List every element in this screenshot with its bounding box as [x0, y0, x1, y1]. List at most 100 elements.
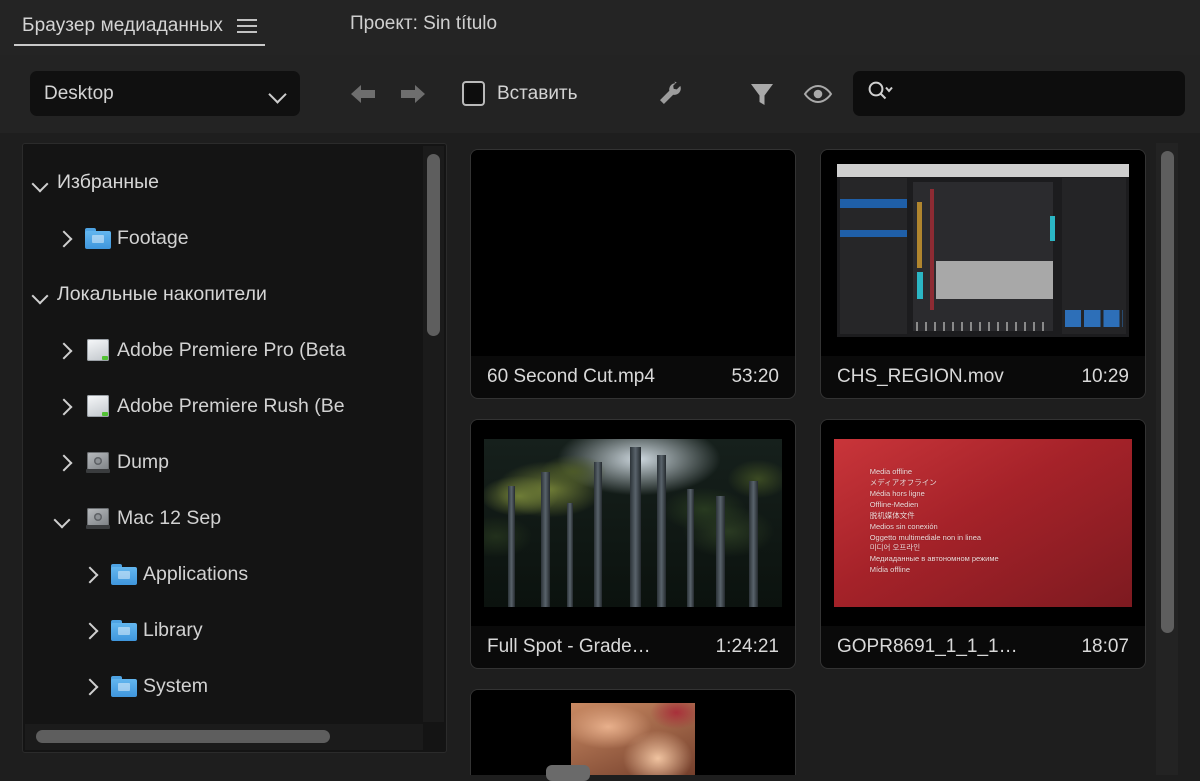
thumbnail-meta: CHS_REGION.mov 10:29	[821, 356, 1145, 398]
location-dropdown[interactable]: Desktop	[30, 71, 300, 116]
settings-wrench-button[interactable]	[650, 71, 690, 116]
folder-icon	[111, 619, 137, 641]
grid-vertical-scrollbar[interactable]	[1156, 143, 1178, 775]
thumbnail-meta: GOPR8691_1_1_1… 18:07	[821, 626, 1145, 668]
hard-disk-icon	[85, 506, 111, 530]
insert-button-label: Вставить	[497, 82, 578, 104]
offline-card-line: Mídia offline	[869, 565, 911, 575]
forest-thumbnail-image	[483, 438, 783, 608]
page-title: Проект: Sin título	[350, 13, 498, 34]
eye-icon	[803, 84, 833, 103]
toolbar: Desktop Вставить	[0, 55, 1200, 133]
sidebar-item-label: Library	[143, 618, 203, 641]
tree-item-icon	[79, 394, 117, 418]
forward-button[interactable]	[395, 71, 431, 116]
media-thumbnail-item[interactable]: CHS_REGION.mov 10:29	[820, 149, 1146, 399]
sidebar-item-[interactable]: Избранные	[23, 154, 423, 210]
offline-card-line: Медиаданные в автономном режиме	[869, 554, 999, 564]
tree-item-icon	[105, 619, 143, 641]
external-drive-icon	[85, 338, 111, 362]
thumbnail-filename: GOPR8691_1_1_1…	[837, 636, 1018, 657]
search-box[interactable]	[853, 71, 1185, 116]
chevron-down-icon[interactable]	[23, 175, 57, 190]
sidebar-item-[interactable]: Локальные накопители	[23, 266, 423, 322]
chevron-right-icon[interactable]	[71, 623, 105, 638]
sidebar-item-label: Adobe Premiere Pro (Beta	[117, 338, 346, 361]
offline-card-line: メディアオフライン	[869, 478, 937, 488]
thumbnail-size-slider[interactable]	[546, 765, 590, 781]
location-dropdown-value: Desktop	[44, 82, 114, 104]
preview-eye-button[interactable]	[798, 71, 838, 116]
thumbnail-preview	[821, 150, 1145, 356]
thumbnail-preview: Media offline メディアオフライン Média hors ligne Of…	[821, 420, 1145, 626]
arrow-left-icon	[351, 84, 375, 103]
thumbnail-grid: 60 Second Cut.mp4 53:20 CHS_REGION.mov 10:2…	[456, 143, 1156, 775]
thumbnail-meta: 60 Second Cut.mp4 53:20	[471, 356, 795, 398]
thumbnail-duration: 10:29	[1081, 366, 1129, 387]
tree-item-icon	[105, 675, 143, 697]
offline-card-line: Oggetto multimediale non in linea	[869, 532, 982, 542]
chevron-right-icon[interactable]	[71, 679, 105, 694]
grid-vertical-scrollbar-thumb[interactable]	[1161, 151, 1174, 633]
tree-item-icon	[79, 227, 117, 249]
media-thumbnail-item[interactable]: Media offline メディアオフライン Média hors ligne Of…	[820, 419, 1146, 669]
thumbnail-filename: 60 Second Cut.mp4	[487, 366, 655, 387]
search-input[interactable]	[901, 83, 1173, 104]
sidebar-item-dump[interactable]: Dump	[23, 434, 423, 490]
chevron-right-icon[interactable]	[71, 567, 105, 582]
closeup-thumbnail-image	[571, 702, 695, 775]
sidebar-item-mac-12-sep[interactable]: Mac 12 Sep	[23, 490, 423, 546]
sidebar-item-label: Локальные накопители	[57, 282, 267, 305]
hamburger-icon[interactable]	[236, 19, 257, 33]
folder-icon	[111, 563, 137, 585]
media-offline-thumbnail-image: Media offline メディアオフライン Média hors ligne Of…	[833, 438, 1133, 608]
thumbnail-grid-panel: 60 Second Cut.mp4 53:20 CHS_REGION.mov 10:2…	[456, 143, 1178, 775]
offline-card-line: Média hors ligne	[869, 489, 925, 499]
sidebar-item-label: Adobe Premiere Rush (Be	[117, 394, 345, 417]
insert-button[interactable]: Вставить	[462, 71, 578, 116]
chevron-right-icon[interactable]	[45, 343, 79, 358]
sidebar-item-applications[interactable]: Applications	[23, 546, 423, 602]
chevron-down-icon[interactable]	[23, 287, 57, 302]
folder-tree: Избранные Footage Локальные накопители Adob…	[23, 144, 423, 722]
sidebar-vertical-scrollbar-thumb[interactable]	[427, 154, 440, 336]
offline-card-line: Medios sin conexión	[869, 521, 938, 531]
filter-funnel-icon	[751, 83, 773, 105]
offline-card-line: Media offline	[869, 467, 913, 477]
tree-item-icon	[79, 506, 117, 530]
offline-card-line: 脱机媒体文件	[869, 510, 915, 520]
chevron-down-icon[interactable]	[45, 511, 79, 526]
sidebar-panel: Избранные Footage Локальные накопители Adob…	[22, 143, 447, 753]
external-drive-icon	[85, 394, 111, 418]
thumbnail-duration: 18:07	[1081, 636, 1129, 657]
media-thumbnail-item[interactable]: 60 Second Cut.mp4 53:20	[470, 149, 796, 399]
sidebar-item-system[interactable]: System	[23, 658, 423, 714]
sidebar-item-library[interactable]: Library	[23, 602, 423, 658]
sidebar-item-footage[interactable]: Footage	[23, 210, 423, 266]
hard-disk-icon	[85, 450, 111, 474]
thumbnail-filename: CHS_REGION.mov	[837, 366, 1004, 387]
tree-item-icon	[105, 563, 143, 585]
tree-item-icon	[79, 450, 117, 474]
thumbnail-preview	[471, 420, 795, 626]
sidebar-horizontal-scrollbar-thumb[interactable]	[36, 730, 330, 743]
offline-card-line: Offline-Medien	[869, 499, 919, 509]
thumbnail-duration: 1:24:21	[715, 636, 779, 657]
chevron-right-icon[interactable]	[45, 231, 79, 246]
back-button[interactable]	[345, 71, 381, 116]
tab-media-browser[interactable]: Браузер медиаданных	[14, 8, 265, 46]
folder-icon	[111, 675, 137, 697]
chevron-right-icon[interactable]	[45, 399, 79, 414]
sidebar-vertical-scrollbar[interactable]	[423, 146, 444, 722]
filter-button[interactable]	[742, 71, 782, 116]
sidebar-item-adobe-premiere-rush-be[interactable]: Adobe Premiere Rush (Be	[23, 378, 423, 434]
content-area: Избранные Footage Локальные накопители Adob…	[0, 133, 1200, 775]
sidebar-item-adobe-premiere-pro-beta[interactable]: Adobe Premiere Pro (Beta	[23, 322, 423, 378]
chevron-right-icon[interactable]	[45, 455, 79, 470]
media-thumbnail-item[interactable]: Full Spot - Grade… 1:24:21	[470, 419, 796, 669]
tree-item-icon	[79, 338, 117, 362]
sidebar-horizontal-scrollbar[interactable]	[25, 724, 423, 750]
thumbnail-duration: 53:20	[731, 366, 779, 387]
media-thumbnail-item[interactable]	[470, 689, 796, 775]
offline-card-line: 미디어 오프라인	[869, 543, 921, 553]
